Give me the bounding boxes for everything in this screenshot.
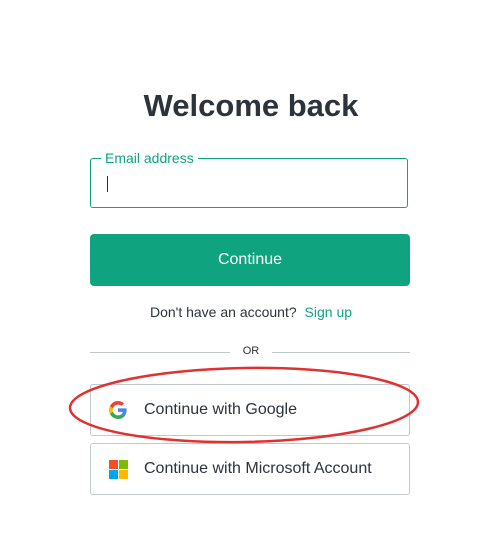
divider-right bbox=[272, 352, 410, 353]
continue-with-google-button[interactable]: Continue with Google bbox=[90, 384, 410, 436]
or-divider-text: OR bbox=[242, 345, 260, 357]
continue-with-microsoft-button[interactable]: Continue with Microsoft Account bbox=[90, 443, 410, 495]
signup-row: Don't have an account? Sign up bbox=[0, 304, 502, 320]
page-title: Welcome back bbox=[143, 88, 359, 123]
email-label: Email address bbox=[101, 150, 198, 166]
email-input[interactable] bbox=[91, 159, 407, 207]
text-cursor bbox=[107, 176, 108, 192]
continue-button[interactable]: Continue bbox=[90, 234, 410, 286]
email-field[interactable]: Email address bbox=[90, 150, 408, 208]
microsoft-icon bbox=[109, 460, 128, 479]
microsoft-button-label: Continue with Microsoft Account bbox=[144, 460, 372, 477]
signup-prompt: Don't have an account? bbox=[149, 304, 297, 320]
google-button-label: Continue with Google bbox=[144, 401, 297, 418]
sign-up-link[interactable]: Sign up bbox=[305, 304, 352, 320]
google-icon bbox=[109, 401, 127, 419]
